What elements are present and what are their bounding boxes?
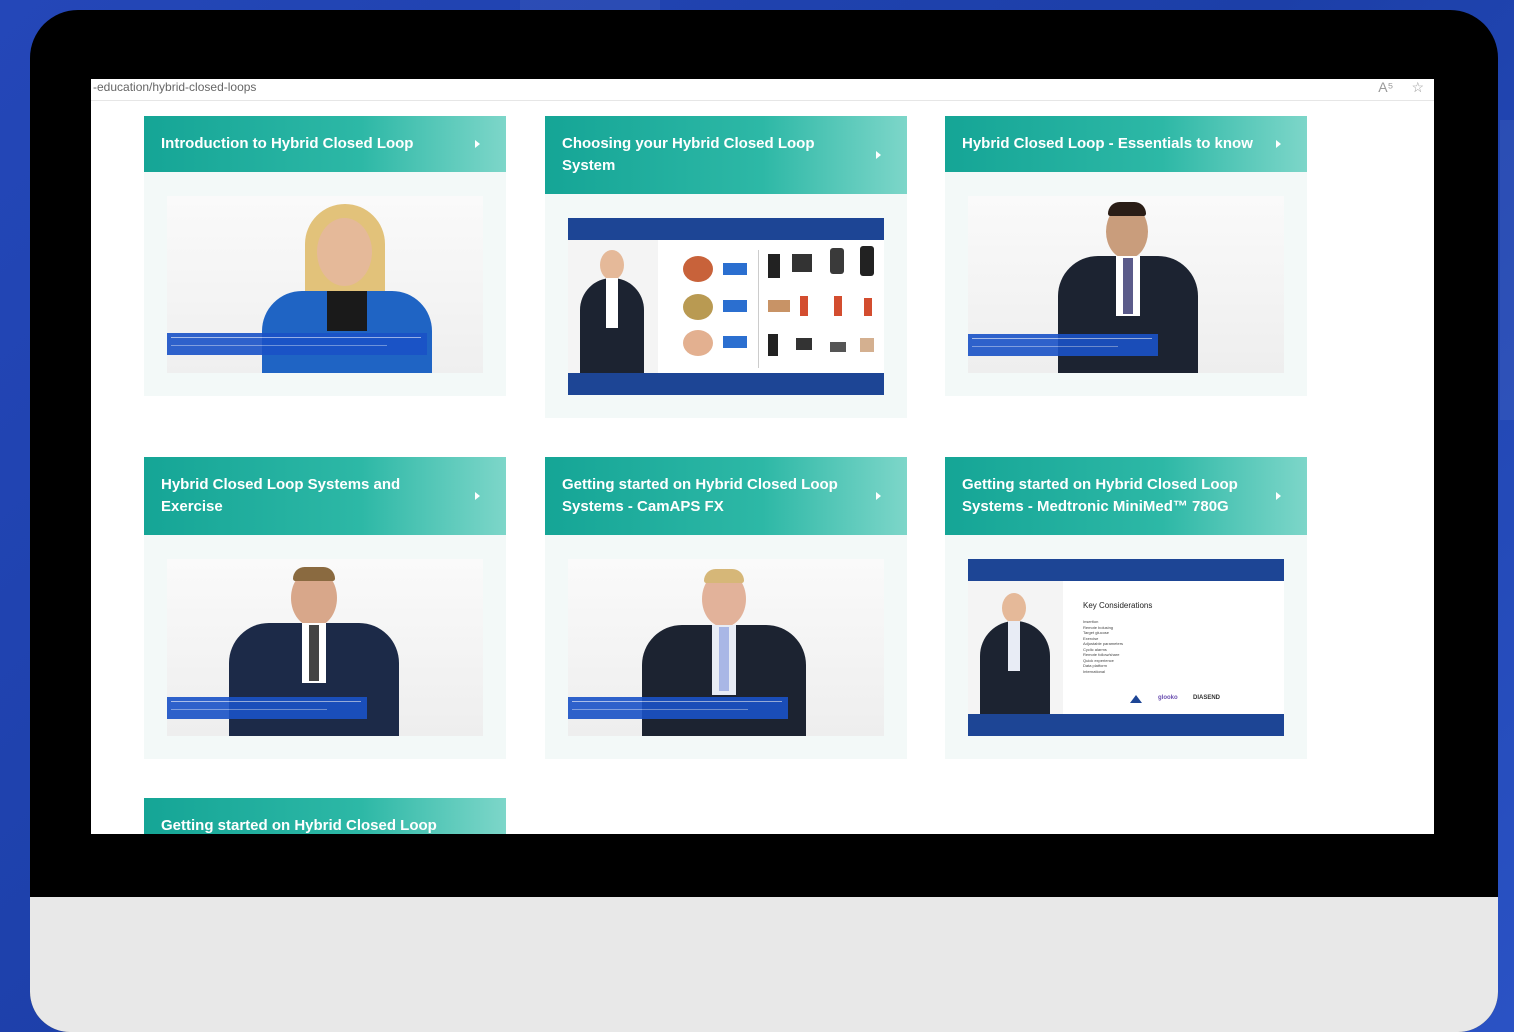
video-card-medtronic[interactable]: Getting started on Hybrid Closed Loop Sy… <box>945 457 1307 759</box>
slide-heading: Key Considerations <box>1083 601 1153 610</box>
read-aloud-icon[interactable]: A⁵ <box>1378 79 1393 95</box>
play-arrow-icon <box>876 492 881 500</box>
speaker-caption <box>167 333 427 355</box>
video-card-intro[interactable]: Introduction to Hybrid Closed Loop <box>144 116 506 396</box>
card-title-bar[interactable]: Hybrid Closed Loop - Essentials to know <box>945 116 1307 172</box>
url-text[interactable]: -education/hybrid-closed-loops <box>93 80 256 94</box>
card-title: Getting started on Hybrid Closed Loop <box>161 817 437 834</box>
card-title: Introduction to Hybrid Closed Loop <box>161 135 414 152</box>
card-title-bar[interactable]: Choosing your Hybrid Closed Loop System <box>545 116 907 194</box>
card-title-bar[interactable]: Getting started on Hybrid Closed Loop Sy… <box>545 457 907 535</box>
monitor-stand-chin <box>30 897 1498 1032</box>
video-thumbnail[interactable] <box>568 559 884 736</box>
card-title-bar[interactable]: Getting started on Hybrid Closed Loop <box>144 798 506 834</box>
video-card-exercise[interactable]: Hybrid Closed Loop Systems and Exercise <box>144 457 506 759</box>
play-arrow-icon <box>876 151 881 159</box>
play-arrow-icon <box>1276 492 1281 500</box>
video-card-camaps[interactable]: Getting started on Hybrid Closed Loop Sy… <box>545 457 907 759</box>
card-title: Choosing your Hybrid Closed Loop System <box>562 135 815 174</box>
slide-logo: DIASEND <box>1193 695 1221 701</box>
card-title: Getting started on Hybrid Closed Loop Sy… <box>962 476 1238 515</box>
video-thumbnail[interactable] <box>167 559 483 736</box>
card-title-bar[interactable]: Introduction to Hybrid Closed Loop <box>144 116 506 172</box>
video-thumbnail[interactable]: Key Considerations Insertion Remote bolu… <box>968 559 1284 736</box>
slide-bullets: Insertion Remote bolusing Target glucose… <box>1083 619 1123 674</box>
video-card-essentials[interactable]: Hybrid Closed Loop - Essentials to know <box>945 116 1307 396</box>
slide-logo-triangle-icon <box>1130 695 1142 703</box>
speaker-caption <box>167 697 367 719</box>
slide-bullet: Adjustable parameters <box>1083 641 1124 646</box>
play-arrow-icon <box>475 492 480 500</box>
video-thumbnail[interactable] <box>968 196 1284 373</box>
video-thumbnail[interactable] <box>568 218 884 395</box>
monitor-frame: -education/hybrid-closed-loops A⁵ ☆ Intr… <box>30 10 1498 1032</box>
card-title-bar[interactable]: Hybrid Closed Loop Systems and Exercise <box>144 457 506 535</box>
card-title-bar[interactable]: Getting started on Hybrid Closed Loop Sy… <box>945 457 1307 535</box>
card-title: Hybrid Closed Loop Systems and Exercise <box>161 476 401 515</box>
play-arrow-icon <box>475 140 480 148</box>
favorite-star-icon[interactable]: ☆ <box>1411 79 1424 95</box>
speaker-caption <box>568 697 788 719</box>
card-title: Hybrid Closed Loop - Essentials to know <box>962 135 1253 152</box>
play-arrow-icon <box>1276 140 1281 148</box>
speaker-caption <box>968 334 1158 356</box>
slide-bullet: International <box>1083 668 1106 674</box>
video-card-choosing[interactable]: Choosing your Hybrid Closed Loop System <box>545 116 907 418</box>
browser-viewport: -education/hybrid-closed-loops A⁵ ☆ Intr… <box>91 79 1434 834</box>
slide-bullet: Remote follow/share <box>1083 652 1120 657</box>
video-thumbnail[interactable] <box>167 196 483 373</box>
slide-logo: glooko <box>1158 695 1178 701</box>
card-title: Getting started on Hybrid Closed Loop Sy… <box>562 476 838 515</box>
video-card-getting-started-more[interactable]: Getting started on Hybrid Closed Loop <box>144 798 506 834</box>
address-bar[interactable]: -education/hybrid-closed-loops A⁵ ☆ <box>91 79 1434 101</box>
